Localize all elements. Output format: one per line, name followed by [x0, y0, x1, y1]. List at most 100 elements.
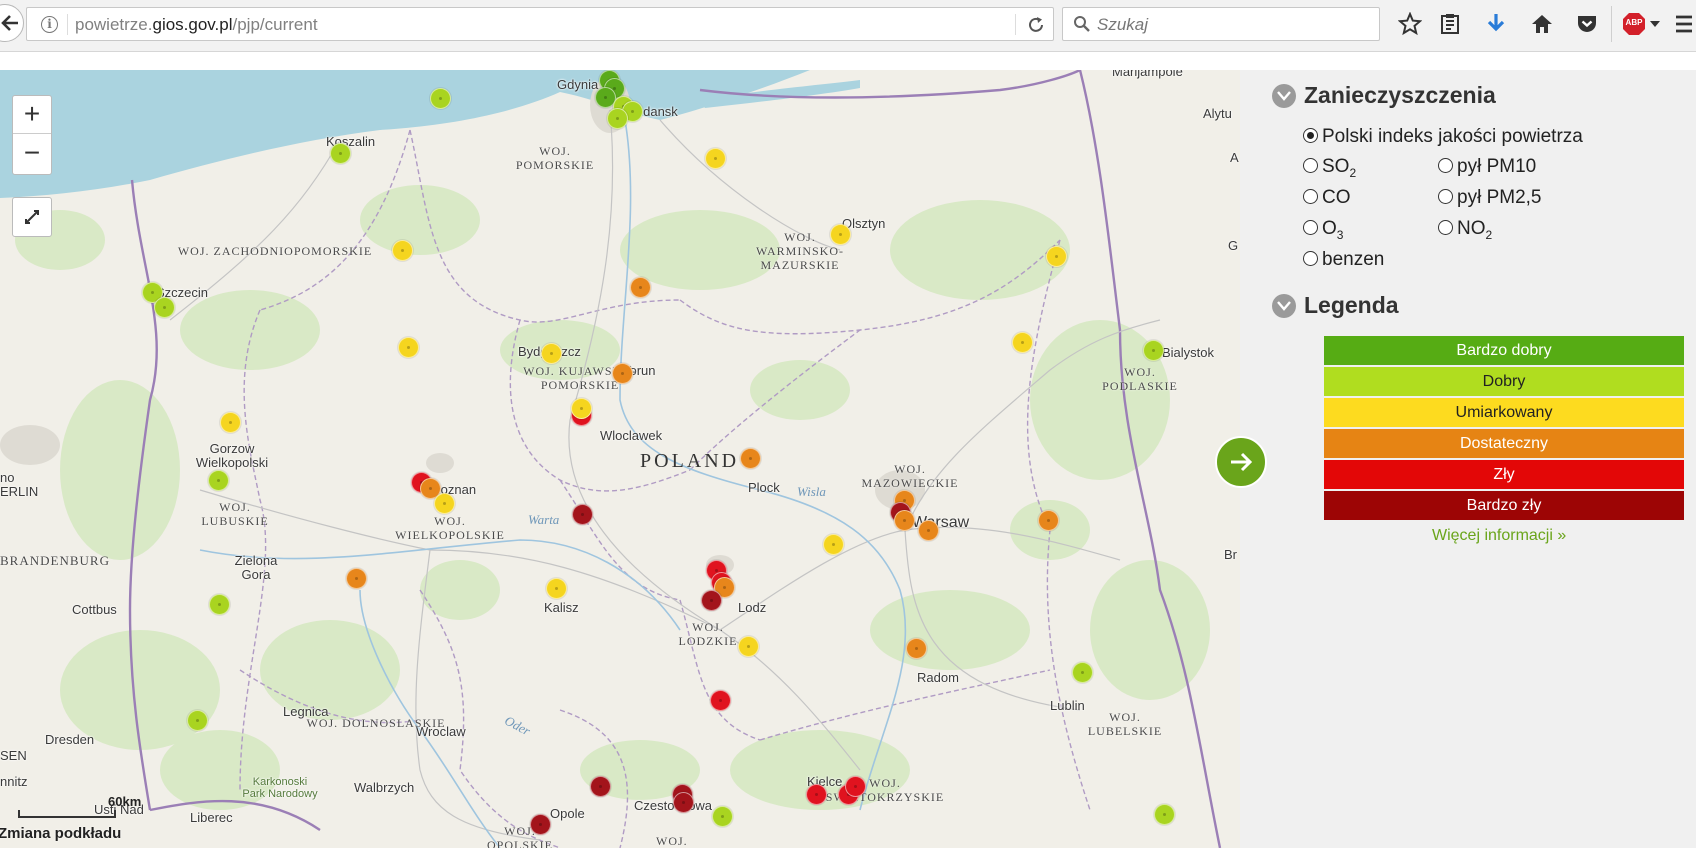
station-marker[interactable] — [705, 148, 726, 169]
station-marker[interactable] — [392, 240, 413, 261]
radio-button[interactable] — [1303, 189, 1318, 204]
station-marker[interactable] — [738, 636, 759, 657]
station-marker[interactable] — [673, 792, 694, 813]
legend-row-bad: Zły — [1324, 460, 1684, 489]
radio-so2[interactable]: SO2 — [1303, 156, 1356, 180]
station-marker[interactable] — [1012, 332, 1033, 353]
reload-separator — [1015, 14, 1016, 35]
radio-button[interactable] — [1303, 158, 1318, 173]
station-marker[interactable] — [1072, 662, 1093, 683]
zoom-out-button[interactable]: − — [13, 135, 51, 173]
home-icon[interactable] — [1530, 12, 1554, 36]
map[interactable]: Gdynia Gdansk Koszalin Olsztyn Szczecin … — [0, 70, 1240, 848]
radio-button[interactable] — [1303, 128, 1318, 143]
zoom-control: + − — [12, 95, 52, 175]
radio-o3[interactable]: O3 — [1303, 218, 1343, 242]
radio-index[interactable]: Polski indeks jakości powietrza — [1303, 126, 1583, 148]
bookmark-star-icon[interactable] — [1398, 12, 1422, 36]
radio-button[interactable] — [1438, 189, 1453, 204]
station-marker[interactable] — [571, 398, 592, 419]
station-marker[interactable] — [823, 534, 844, 555]
radio-no2[interactable]: NO2 — [1438, 218, 1492, 242]
station-marker[interactable] — [845, 776, 866, 797]
fullscreen-button[interactable] — [12, 197, 52, 237]
station-marker[interactable] — [330, 143, 351, 164]
station-marker[interactable] — [154, 297, 175, 318]
radio-co[interactable]: CO — [1303, 187, 1351, 209]
place-label: Dresden — [45, 732, 95, 747]
station-marker[interactable] — [590, 776, 611, 797]
back-button[interactable] — [0, 4, 24, 42]
reading-list-icon[interactable] — [1438, 12, 1462, 36]
place-label: Bialystok — [1162, 345, 1215, 360]
zoom-in-button[interactable]: + — [13, 96, 51, 134]
station-marker[interactable] — [530, 814, 551, 835]
legend-row-very-bad: Bardzo zły — [1324, 491, 1684, 520]
station-marker[interactable] — [572, 504, 593, 525]
url-text[interactable]: powietrze.gios.gov.pl/pjp/current — [75, 15, 318, 35]
station-marker[interactable] — [220, 412, 241, 433]
station-marker[interactable] — [701, 590, 722, 611]
station-marker[interactable] — [1143, 340, 1164, 361]
pocket-icon[interactable] — [1575, 12, 1599, 36]
toggle-panel-button[interactable] — [1215, 436, 1267, 488]
place-label: Radom — [917, 670, 959, 685]
legend-row-very-good: Bardzo dobry — [1324, 336, 1684, 365]
radio-pm10[interactable]: pył PM10 — [1438, 156, 1536, 178]
station-marker[interactable] — [187, 710, 208, 731]
station-marker[interactable] — [434, 493, 455, 514]
station-marker[interactable] — [906, 638, 927, 659]
station-marker[interactable] — [208, 470, 229, 491]
info-icon[interactable]: i — [41, 16, 58, 33]
station-marker[interactable] — [630, 277, 651, 298]
station-marker[interactable] — [541, 343, 562, 364]
url-bar[interactable]: i powietrze.gios.gov.pl/pjp/current — [26, 7, 1054, 41]
option-label: pył PM10 — [1457, 156, 1537, 177]
radio-button[interactable] — [1303, 251, 1318, 266]
scale-label: 60km — [108, 794, 142, 809]
station-marker[interactable] — [830, 224, 851, 245]
station-marker[interactable] — [918, 520, 939, 541]
station-marker[interactable] — [710, 690, 731, 711]
search-input[interactable]: Szukaj — [1097, 15, 1148, 35]
download-icon[interactable] — [1484, 12, 1508, 36]
sidebar-panel: Zanieczyszczenia Polski indeks jakości p… — [1240, 70, 1696, 848]
station-marker[interactable] — [806, 784, 827, 805]
station-marker[interactable] — [740, 448, 761, 469]
station-marker[interactable] — [209, 594, 230, 615]
place-label: Gdynia — [557, 77, 599, 92]
option-label: SO — [1322, 156, 1350, 177]
station-marker[interactable] — [1038, 510, 1059, 531]
region-label: WOJ. MAZOWIECKIE — [861, 462, 959, 490]
reload-icon[interactable] — [1025, 14, 1047, 36]
radio-button[interactable] — [1438, 158, 1453, 173]
edge-label: no — [0, 470, 15, 485]
edge-label: nnitz — [0, 774, 28, 789]
place-label: Gorzow Wielkopolski — [195, 441, 269, 470]
collapse-pollutants-toggle[interactable] — [1272, 84, 1296, 108]
radio-benzen[interactable]: benzen — [1303, 249, 1384, 271]
station-marker[interactable] — [346, 568, 367, 589]
collapse-legend-toggle[interactable] — [1272, 294, 1296, 318]
region-label: WOJ. LODZKIE — [678, 620, 738, 648]
basemap-switch-button[interactable]: Zmiana podkładu — [0, 825, 121, 842]
url-prefix: powietrze. — [75, 15, 153, 34]
radio-pm25[interactable]: pył PM2,5 — [1438, 187, 1541, 209]
station-marker[interactable] — [1154, 804, 1175, 825]
menu-icon[interactable] — [1672, 12, 1696, 36]
station-marker[interactable] — [546, 578, 567, 599]
adblock-button[interactable]: ABP — [1622, 12, 1660, 41]
station-marker[interactable] — [894, 510, 915, 531]
option-label: benzen — [1322, 249, 1385, 270]
more-info-link[interactable]: Więcej informacji » — [1432, 527, 1566, 545]
station-marker[interactable] — [607, 108, 628, 129]
station-marker[interactable] — [712, 806, 733, 827]
search-bar[interactable]: Szukaj — [1062, 7, 1380, 41]
radio-button[interactable] — [1438, 220, 1453, 235]
station-marker[interactable] — [612, 363, 633, 384]
station-marker[interactable] — [1046, 246, 1067, 267]
station-marker[interactable] — [430, 88, 451, 109]
radio-button[interactable] — [1303, 220, 1318, 235]
station-marker[interactable] — [398, 337, 419, 358]
place-label: Cottbus — [72, 602, 117, 617]
